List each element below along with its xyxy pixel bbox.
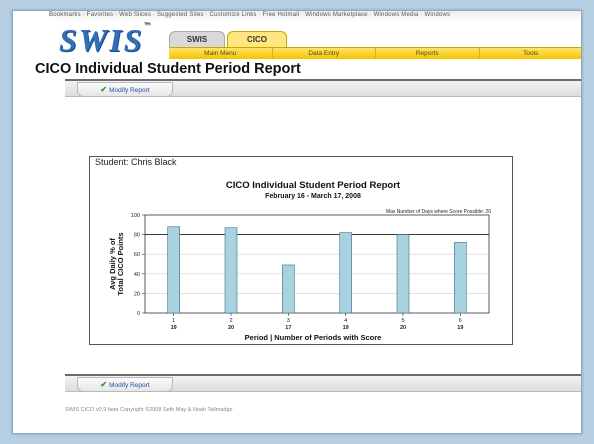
y-tick-label: 80 <box>134 233 140 239</box>
y-tick-label: 0 <box>137 311 140 317</box>
tab-swis[interactable]: SWIS <box>169 31 225 47</box>
menu-item-data-entry[interactable]: Data Entry <box>273 48 376 59</box>
check-icon: ✔ <box>100 380 108 389</box>
page-title: CICO Individual Student Period Report <box>35 61 301 77</box>
bar-period-2 <box>224 227 238 314</box>
x-axis-label: Period | Number of Periods with Score <box>245 333 382 342</box>
main-menu-bar: Main Menu Data Entry Reports Tools <box>169 47 582 59</box>
copyright-footer: SWIS CICO v0.9 beta Copyright ©2008 Seth… <box>65 407 233 413</box>
modify-report-label: Modify Report <box>109 87 150 94</box>
chart-subtitle: February 16 - March 17, 2008 <box>265 193 361 200</box>
report-toolbar-top: ✔ Modify Report <box>65 79 581 97</box>
x-count-label: 17 <box>285 325 291 331</box>
modify-report-button[interactable]: ✔ Modify Report <box>77 82 173 97</box>
logo-trademark: ™ <box>143 22 152 28</box>
menu-item-main-menu[interactable]: Main Menu <box>169 48 273 59</box>
x-tick-label: 5 <box>401 318 404 324</box>
plot-area: 020406080100119220317419520619 <box>131 213 490 331</box>
x-count-label: 20 <box>228 325 234 331</box>
check-icon: ✔ <box>100 85 108 94</box>
x-tick-label: 1 <box>172 318 175 324</box>
y-axis-label-line2: Total CICO Points <box>116 232 125 295</box>
tab-cico[interactable]: CICO <box>227 31 287 47</box>
chart-title: CICO Individual Student Period Report <box>226 180 401 191</box>
x-count-label: 19 <box>171 325 177 331</box>
swis-logo: SWIS™ <box>59 22 152 59</box>
x-tick-label: 2 <box>229 318 232 324</box>
y-tick-label: 60 <box>134 252 140 258</box>
chart-annotation: Max Number of Days where Score Possible:… <box>386 209 491 215</box>
bar-period-3 <box>282 264 295 314</box>
logo-text: SWIS <box>59 22 144 58</box>
browser-links-bar: Bookmarks · Favorites · Web Slices · Sug… <box>49 11 581 21</box>
modify-report-label: Modify Report <box>109 382 150 389</box>
bar-period-4 <box>339 232 352 314</box>
menu-item-reports[interactable]: Reports <box>376 48 480 59</box>
x-count-label: 19 <box>457 325 463 331</box>
modify-report-button-bottom[interactable]: ✔ Modify Report <box>77 377 173 392</box>
bar-period-6 <box>454 242 467 314</box>
bar-period-5 <box>396 234 410 314</box>
x-tick-label: 3 <box>287 318 290 324</box>
screenshot-frame: Bookmarks · Favorites · Web Slices · Sug… <box>12 10 582 434</box>
plot-frame <box>144 214 490 314</box>
bar-period-1 <box>167 226 180 314</box>
x-tick-label: 6 <box>459 318 462 324</box>
y-tick-label: 20 <box>134 291 140 297</box>
report-toolbar-bottom: ✔ Modify Report <box>65 374 581 392</box>
x-tick-label: 4 <box>344 318 347 324</box>
x-count-label: 20 <box>400 325 406 331</box>
period-report-chart: CICO Individual Student Period Report Fe… <box>108 180 491 342</box>
y-tick-label: 100 <box>131 213 140 219</box>
menu-item-tools[interactable]: Tools <box>480 48 582 59</box>
x-count-label: 19 <box>343 325 349 331</box>
y-tick-label: 40 <box>134 272 140 278</box>
